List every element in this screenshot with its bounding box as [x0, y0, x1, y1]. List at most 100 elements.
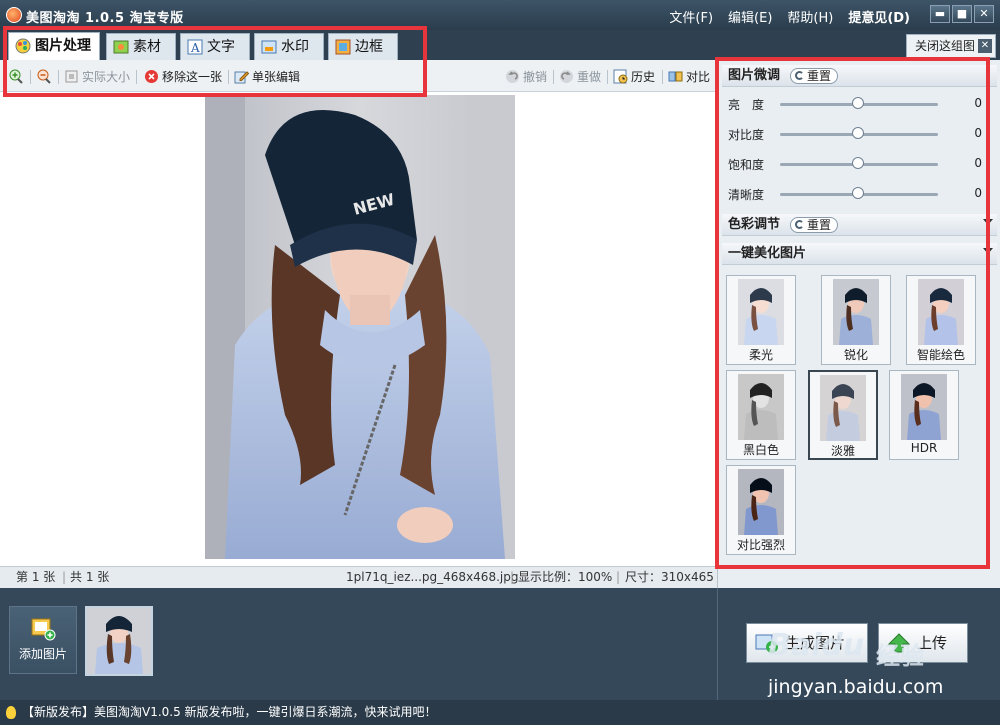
current-page: 第 1 张: [16, 570, 56, 584]
main-photo[interactable]: NEW: [205, 95, 515, 559]
slider-handle[interactable]: [852, 97, 864, 109]
menu-file[interactable]: 文件(F): [669, 7, 713, 26]
effect-soft-light[interactable]: 柔光: [726, 275, 796, 365]
collapse-arrow-icon[interactable]: [983, 248, 993, 254]
effect-thumbnail: [738, 374, 784, 440]
reset-icon: [795, 220, 804, 229]
compare-button[interactable]: 对比: [668, 68, 710, 86]
remove-image-button[interactable]: 移除这一张: [144, 68, 222, 86]
one-click-beautify-header[interactable]: 一键美化图片: [722, 243, 997, 265]
actual-size-button[interactable]: 实际大小: [64, 68, 130, 86]
slider-handle[interactable]: [852, 157, 864, 169]
toolbar-separator: [58, 70, 59, 84]
close-icon: ✕: [978, 39, 992, 53]
file-name: 1pl71q_iez...pg_468x468.jpg: [346, 570, 519, 584]
zoom-in-button[interactable]: [8, 68, 26, 86]
undo-button[interactable]: 撤销: [505, 68, 547, 86]
maximize-button[interactable]: ■: [952, 5, 972, 23]
baidu-watermark-logo: Baidu: [768, 628, 865, 663]
svg-text:A: A: [190, 41, 200, 55]
toolbar-separator: [553, 70, 554, 84]
effect-thumbnail: [918, 279, 964, 345]
text-icon: A: [187, 39, 203, 55]
status-divider: |: [62, 570, 67, 584]
toolbar-separator: [607, 70, 608, 84]
tab-bar: 图片处理 素材 A 文字 水印 边框 关闭这组图 ✕: [0, 30, 1000, 60]
frame-icon: [335, 39, 351, 55]
color-adjust-header[interactable]: 色彩调节 重置: [722, 214, 997, 236]
title-bar: 美图淘淘 1.0.5 淘宝专版 文件(F) 编辑(E) 帮助(H) 提意见(D)…: [0, 0, 1000, 30]
actual-size-icon: [65, 70, 78, 83]
news-bar: 【新版发布】美图淘淘V1.0.5 新版发布啦，一键引爆日系潮流，快来试用吧！: [0, 700, 1000, 725]
tab-material[interactable]: 素材: [106, 33, 176, 60]
undo-icon: [506, 70, 519, 83]
fine-tune-header: 图片微调 重置: [722, 65, 997, 87]
effect-black-white[interactable]: 黑白色: [726, 370, 796, 460]
effect-thumbnail: [738, 279, 784, 345]
tab-text[interactable]: A 文字: [180, 33, 250, 60]
fine-tune-reset-button[interactable]: 重置: [790, 68, 839, 84]
watermark-icon: [261, 40, 277, 54]
news-text[interactable]: 【新版发布】美图淘淘V1.0.5 新版发布啦，一键引爆日系潮流，快来试用吧！: [22, 705, 437, 719]
palette-icon: [15, 38, 31, 54]
effect-smart-color[interactable]: 智能绘色: [906, 275, 976, 365]
portrait-photo-image: NEW: [205, 95, 515, 559]
slider-handle[interactable]: [852, 187, 864, 199]
toolbar-separator: [136, 70, 137, 84]
tab-frame[interactable]: 边框: [328, 33, 398, 60]
redo-icon: [560, 70, 573, 83]
saturation-slider[interactable]: 饱和度 0: [728, 154, 990, 174]
effect-high-contrast[interactable]: 对比强烈: [726, 465, 796, 555]
app-logo-icon: [6, 7, 22, 23]
menu-help[interactable]: 帮助(H): [787, 7, 833, 26]
zoom-ratio: 显示比例：100%: [518, 570, 613, 584]
history-icon: [613, 69, 628, 84]
total-count: 共 1 张: [70, 570, 110, 584]
add-image-button[interactable]: 添加图片: [9, 606, 77, 674]
menu-edit[interactable]: 编辑(E): [728, 7, 772, 26]
remove-icon: [145, 70, 158, 83]
redo-button[interactable]: 重做: [559, 68, 601, 86]
status-bar: 第 1 张 | 共 1 张 1pl71q_iez...pg_468x468.jp…: [0, 566, 717, 588]
effect-elegant[interactable]: 淡雅: [808, 370, 878, 460]
close-group-button[interactable]: 关闭这组图 ✕: [905, 34, 996, 58]
toolbar-separator: [662, 70, 663, 84]
brightness-slider[interactable]: 亮 度 0: [728, 94, 990, 114]
minimize-button[interactable]: ▬: [930, 5, 950, 23]
slider-handle[interactable]: [852, 127, 864, 139]
adjust-panel: 图片微调 重置 亮 度 0 对比度 0 饱和度 0 清晰度 0 色彩调节 重置: [717, 60, 1000, 588]
app-title: 美图淘淘 1.0.5 淘宝专版: [26, 11, 184, 26]
menu-bar: 文件(F) 编辑(E) 帮助(H) 提意见(D): [669, 7, 910, 26]
history-button[interactable]: 历史: [613, 68, 655, 86]
color-adjust-reset-button[interactable]: 重置: [790, 217, 839, 233]
expand-arrow-icon[interactable]: [983, 219, 993, 225]
image-size: 尺寸：310x465: [625, 570, 714, 584]
sticker-icon: [113, 40, 129, 54]
bottom-divider: [717, 588, 718, 700]
status-divider: |: [510, 570, 515, 584]
reset-icon: [795, 71, 804, 80]
image-canvas[interactable]: NEW: [0, 92, 717, 566]
effect-thumbnail: [738, 469, 784, 535]
toolbar-separator: [30, 70, 31, 84]
menu-feedback[interactable]: 提意见(D): [848, 7, 910, 26]
image-thumbnail[interactable]: [85, 606, 153, 676]
zoom-out-button[interactable]: [36, 68, 54, 86]
close-window-button[interactable]: ✕: [974, 5, 994, 23]
contrast-slider[interactable]: 对比度 0: [728, 124, 990, 144]
status-divider: |: [616, 570, 621, 584]
sharpness-slider[interactable]: 清晰度 0: [728, 184, 990, 204]
zoom-in-icon: [9, 69, 23, 84]
toolbar-separator: [228, 70, 229, 84]
edit-icon: [234, 71, 249, 84]
tab-watermark[interactable]: 水印: [254, 33, 324, 60]
effect-hdr[interactable]: HDR: [889, 370, 959, 460]
tab-image-processing[interactable]: 图片处理: [8, 32, 100, 60]
single-edit-button[interactable]: 单张编辑: [234, 68, 300, 86]
lightbulb-icon: [6, 706, 16, 719]
jingyan-watermark-logo: 经验: [876, 642, 924, 670]
zoom-out-icon: [37, 69, 51, 84]
effect-sharpen[interactable]: 锐化: [821, 275, 891, 365]
effect-thumbnail: [820, 375, 866, 441]
toolbar: 实际大小 移除这一张 单张编辑 撤销 重做 历史 对比: [0, 60, 717, 92]
